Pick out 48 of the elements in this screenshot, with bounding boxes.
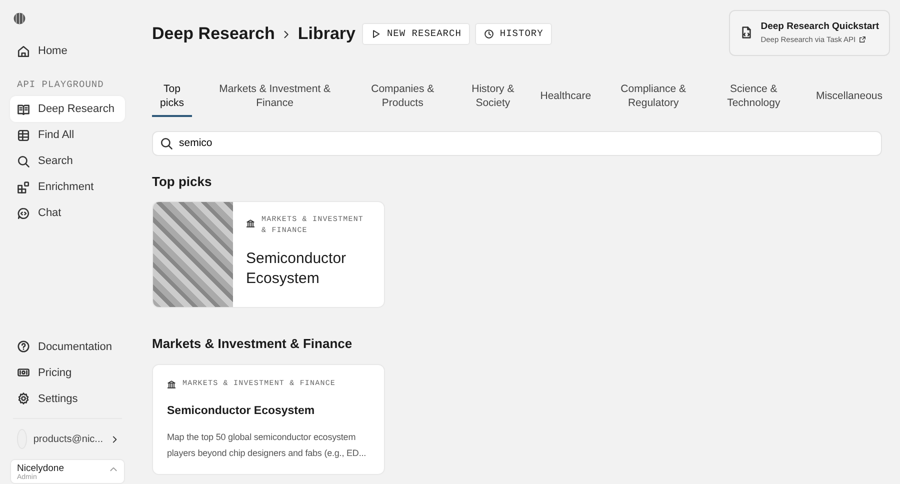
card-title: Semiconductor Ecosystem <box>246 249 348 288</box>
sidebar-item[interactable]: Documentation <box>10 334 125 360</box>
workspace-name: Nicelydone <box>17 462 64 474</box>
play-icon <box>370 29 381 39</box>
category-tab[interactable]: History & Society <box>468 82 518 117</box>
table-icon <box>17 128 30 142</box>
clock-icon <box>484 29 494 39</box>
settings-icon <box>17 392 30 406</box>
category-tab[interactable]: Top picks <box>152 82 192 117</box>
card-title: Semiconductor Ecosystem <box>167 404 316 420</box>
sidebar-item[interactable]: Home <box>10 38 125 64</box>
history-button[interactable]: HISTORY <box>474 22 552 46</box>
help-icon <box>17 340 30 354</box>
category-tab[interactable]: Science & Technology <box>714 82 794 117</box>
sidebar-item[interactable]: Settings <box>10 386 125 412</box>
category-tab[interactable]: Markets & Investment & Finance <box>212 82 338 117</box>
new-research-button[interactable]: NEW RESEARCH <box>362 22 470 46</box>
section-heading: Top picks <box>152 174 213 190</box>
bank-icon <box>246 217 255 230</box>
quickstart-title: Deep Research Quickstart <box>760 20 879 34</box>
search-icon <box>17 154 30 168</box>
sidebar-item[interactable]: Chat <box>10 200 125 226</box>
home-icon <box>17 44 30 58</box>
document-icon <box>740 26 753 40</box>
banknote-icon <box>17 366 30 380</box>
section-label: API PLAYGROUND <box>17 78 105 92</box>
external-link-icon <box>858 36 866 44</box>
sidebar-item[interactable]: Deep Research <box>10 96 125 122</box>
chat-icon <box>17 206 30 220</box>
sidebar-item[interactable]: Pricing <box>10 360 125 386</box>
sidebar-item[interactable]: Search <box>10 148 125 174</box>
search-icon <box>160 136 173 150</box>
category-tab[interactable]: Compliance & Regulatory <box>613 82 694 117</box>
page-title: Library <box>298 23 356 46</box>
blocks-icon <box>17 180 30 194</box>
section-heading: Markets & Investment & Finance <box>152 336 354 352</box>
category-tab[interactable]: Healthcare <box>538 88 594 110</box>
book-icon <box>17 102 30 116</box>
breadcrumb-link[interactable]: Deep Research <box>152 21 275 47</box>
card-description: Map the top 50 global semiconductor ecosystem players beyond chip designers and fabs (e.g., ED... <box>167 431 368 460</box>
search-field[interactable]: semico <box>152 130 882 156</box>
logo-icon <box>13 12 26 25</box>
category-tab[interactable]: Miscellaneous <box>814 88 884 110</box>
category-tab[interactable]: Companies & Products <box>358 82 448 117</box>
account-email[interactable]: products@nic... <box>33 432 103 447</box>
bank-icon <box>167 378 176 392</box>
sidebar-item[interactable]: Find All <box>10 122 125 148</box>
sidebar-item[interactable]: Enrichment <box>10 174 125 200</box>
